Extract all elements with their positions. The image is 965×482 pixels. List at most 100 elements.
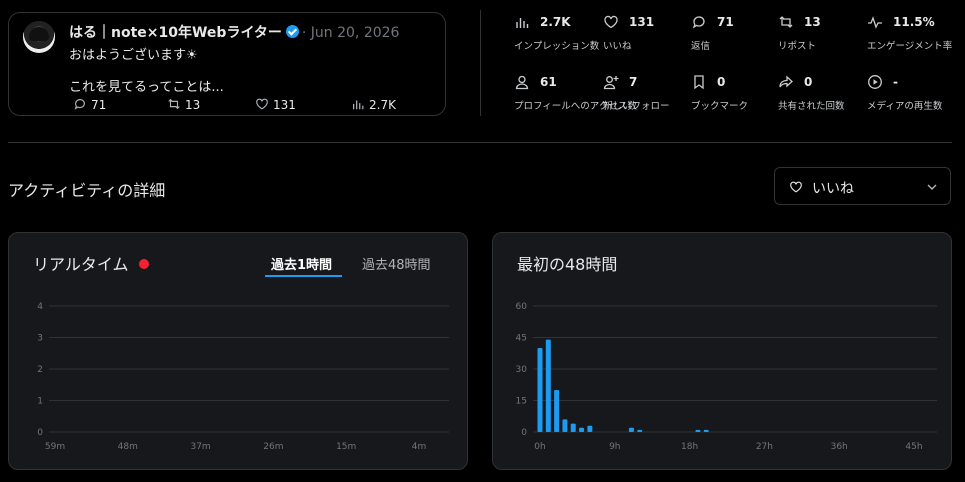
realtime-panel: リアルタイム 過去1時間 過去48時間 0 1 2 3 4 59m 48m 37m 26m 15m… xyxy=(8,232,468,470)
metric-value: - xyxy=(867,74,953,90)
metric-label: ブックマーク xyxy=(691,101,749,112)
metric-play: - メディアの再生数 xyxy=(867,74,953,112)
reply-icon xyxy=(74,99,85,110)
bar xyxy=(587,425,593,432)
heart-icon xyxy=(790,181,802,193)
horizontal-divider xyxy=(8,142,952,143)
reply-count: 71 xyxy=(91,98,107,112)
metric-value-text: 0 xyxy=(804,75,813,89)
tweet-card[interactable]: はる｜note×10年Webライター · Jun 20, 2026 おはようござい… xyxy=(8,12,446,116)
tweet-header: はる｜note×10年Webライター · Jun 20, 2026 xyxy=(69,22,399,42)
tweet-text-line-2: これを見てるってことは... xyxy=(69,80,224,95)
metric-value-text: 2.7K xyxy=(540,15,571,29)
x-tick-label: 18h xyxy=(681,442,698,452)
x-tick-label: 27h xyxy=(756,442,773,452)
metric-label: いいね xyxy=(603,41,632,52)
metric-label: メディアの再生数 xyxy=(867,101,943,112)
pulse-icon xyxy=(868,16,882,29)
vertical-divider xyxy=(480,10,481,116)
chevron-down-icon xyxy=(927,184,937,190)
views-count: 2.7K xyxy=(369,98,396,112)
bar xyxy=(545,339,551,432)
first-48h-chart: 0 15 30 45 60 0h 9h 18h 27h 36h 45h xyxy=(516,302,937,452)
bar xyxy=(570,423,576,432)
metric-repost: 13 リポスト xyxy=(778,14,864,52)
first-48h-panel: 最初の48時間 0 15 30 45 60 0h 9h 18h 27h 36h 45h xyxy=(492,232,952,470)
like-action[interactable]: 131 xyxy=(255,97,296,112)
author-name[interactable]: はる｜note×10年Webライター xyxy=(69,25,282,41)
verified-badge-icon xyxy=(285,25,299,38)
bar xyxy=(703,429,709,432)
metric-reply: 71 返信 xyxy=(691,14,777,52)
y-tick-label: 0 xyxy=(37,428,43,438)
metric-label: 返信 xyxy=(691,41,711,52)
y-tick-label: 1 xyxy=(37,397,43,407)
y-tick-label: 4 xyxy=(37,302,43,312)
bar xyxy=(628,427,634,432)
bar xyxy=(554,390,560,432)
metric-value: 0 xyxy=(778,74,864,90)
metric-value: 131 xyxy=(603,14,689,30)
metric-value-text: 11.5% xyxy=(893,15,935,29)
metric-value-text: 13 xyxy=(804,15,821,29)
add-user-icon xyxy=(603,76,619,90)
metric-label: リポスト xyxy=(778,41,817,52)
metric-value-text: 0 xyxy=(717,75,726,89)
views-action[interactable]: 2.7K xyxy=(351,97,396,112)
metric-value: 71 xyxy=(691,14,777,30)
metric-value-text: 131 xyxy=(629,15,655,29)
y-tick-label: 60 xyxy=(516,302,528,312)
metric-value: 61 xyxy=(514,74,600,90)
bar xyxy=(537,348,543,432)
profile-icon xyxy=(515,75,529,90)
bar xyxy=(695,429,701,432)
bar-chart-icon xyxy=(353,100,364,110)
repost-icon xyxy=(779,16,793,28)
metric-value-text: 61 xyxy=(540,75,557,89)
metric-pulse: 11.5% エンゲージメント率 xyxy=(867,14,953,52)
repost-icon xyxy=(168,98,180,110)
x-tick-label: 9h xyxy=(609,442,620,452)
x-tick-label: 48m xyxy=(118,442,138,452)
y-tick-label: 45 xyxy=(516,334,527,344)
x-tick-label: 15m xyxy=(336,442,356,452)
metric-select[interactable]: いいね xyxy=(774,167,951,205)
bar xyxy=(637,429,643,432)
y-tick-label: 3 xyxy=(37,334,43,344)
reply-icon xyxy=(692,16,705,29)
metric-label: インプレッション数 xyxy=(514,41,600,52)
x-tick-label: 37m xyxy=(190,442,210,452)
y-tick-label: 15 xyxy=(516,397,527,407)
play-icon xyxy=(868,75,882,89)
y-tick-label: 30 xyxy=(516,365,528,375)
metric-value: 13 xyxy=(778,14,864,30)
avatar[interactable] xyxy=(23,21,55,53)
metric-label: プロフィールへのアクセス数 xyxy=(514,101,637,112)
metric-label: 共有された回数 xyxy=(778,101,845,112)
y-tick-label: 0 xyxy=(521,428,527,438)
metric-label: エンゲージメント率 xyxy=(867,41,953,52)
metric-value: 11.5% xyxy=(867,14,953,30)
x-tick-label: 0h xyxy=(534,442,545,452)
bar xyxy=(579,427,585,432)
activity-title: アクティビティの詳細 xyxy=(8,181,166,200)
reply-action[interactable]: 71 xyxy=(73,97,106,112)
repost-action[interactable]: 13 xyxy=(167,97,200,112)
metric-bookmark: 0 ブックマーク xyxy=(691,74,777,112)
x-tick-label: 26m xyxy=(263,442,283,452)
bar xyxy=(562,419,568,432)
metric-heart: 131 いいね xyxy=(603,14,689,52)
metric-label: 新しいフォロー xyxy=(603,101,670,112)
x-tick-label: 4m xyxy=(412,442,427,452)
bar-chart-icon xyxy=(516,18,529,28)
y-tick-label: 2 xyxy=(37,365,43,375)
metric-value: 2.7K xyxy=(514,14,600,30)
x-tick-label: 36h xyxy=(831,442,848,452)
tweet-date: · Jun 20, 2026 xyxy=(301,25,400,41)
heart-icon xyxy=(256,98,268,110)
repost-count: 13 xyxy=(185,98,201,112)
metric-value: 0 xyxy=(691,74,777,90)
bookmark-icon xyxy=(694,75,704,90)
metric-value-text: 71 xyxy=(717,15,734,29)
realtime-chart: 0 1 2 3 4 59m 48m 37m 26m 15m 4m xyxy=(37,302,449,452)
